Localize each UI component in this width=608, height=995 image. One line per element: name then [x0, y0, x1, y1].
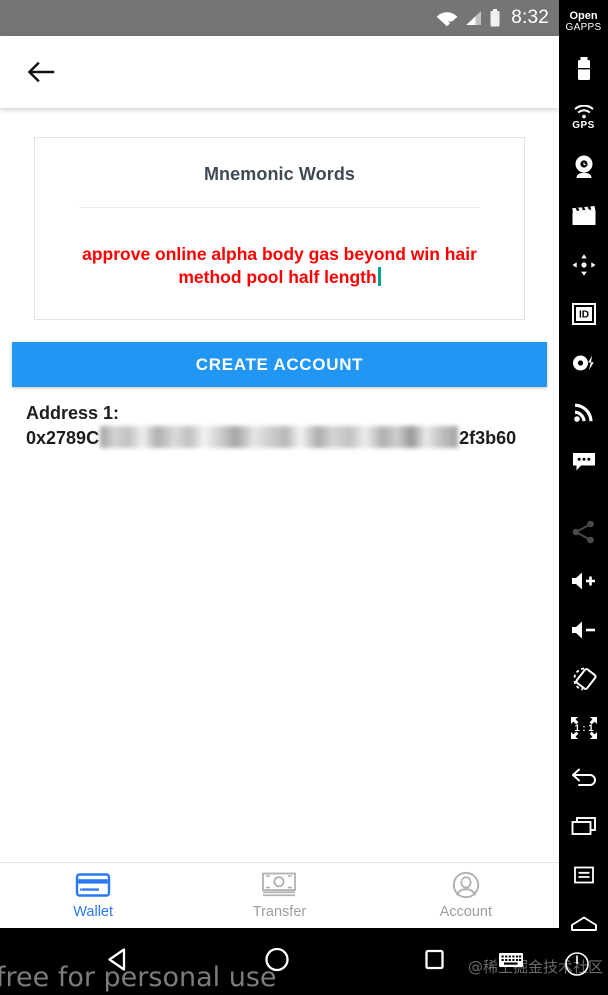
tab-account[interactable]: Account: [373, 863, 559, 928]
volume-up-icon: [571, 572, 595, 589]
battery-icon: [489, 8, 501, 28]
android-status-bar: x 8:32: [0, 0, 559, 36]
triangle-back-icon: [108, 947, 126, 971]
rss-signal-icon: [573, 403, 593, 422]
webcam-icon: [575, 155, 592, 178]
volume-down-icon: [571, 621, 595, 638]
resize-1-1-icon: 1 : 1: [570, 716, 597, 739]
rotate-icon: [573, 667, 597, 690]
watermark-free-personal-use: free for personal use: [0, 962, 277, 993]
address-block: Address 1: 0x2789C 2f3b60: [26, 401, 559, 451]
tab-transfer[interactable]: Transfer: [186, 863, 372, 928]
power-icon: [565, 952, 589, 976]
tab-wallet-label: Wallet: [73, 904, 114, 920]
address-suffix: 2f3b60: [459, 428, 517, 448]
battery-icon: [577, 56, 590, 80]
keyboard-icon: [499, 953, 523, 967]
address-prefix: 0x2789C: [26, 428, 100, 448]
toolbar-gps[interactable]: GPS: [559, 93, 608, 142]
id-card-icon: ID: [571, 302, 596, 325]
gps-icon: GPS: [572, 104, 595, 131]
toolbar-share[interactable]: [559, 507, 608, 556]
credit-card-icon: [75, 873, 111, 897]
nav-home-button[interactable]: [262, 944, 292, 979]
ratio-label: 1 : 1: [574, 723, 594, 734]
svg-text:ID: ID: [579, 309, 589, 320]
card-divider: [79, 207, 480, 208]
status-clock: 8:32: [511, 7, 549, 28]
address-redacted-blur: [100, 426, 459, 448]
circle-home-icon: [265, 947, 289, 971]
nav-back-button[interactable]: [104, 944, 134, 979]
toolbar-id[interactable]: ID: [559, 289, 608, 338]
address-value[interactable]: 0x2789C 2f3b60: [26, 425, 559, 451]
toolbar-webcam[interactable]: [559, 142, 608, 191]
toolbar-resize-1-1[interactable]: 1 : 1: [559, 703, 608, 752]
toolbar-overview[interactable]: [559, 801, 608, 850]
toolbar-record[interactable]: [559, 338, 608, 387]
share-icon: [572, 520, 594, 543]
toolbar-rotate[interactable]: [559, 654, 608, 703]
status-icons: x: [436, 8, 501, 28]
emulator-screen: x 8:32 Mnemonic Words approve online alp…: [0, 0, 608, 995]
mnemonic-card: Mnemonic Words approve online alpha body…: [34, 137, 525, 320]
back-arrow-icon: [27, 61, 55, 83]
mnemonic-value: approve online alpha body gas beyond win…: [82, 244, 477, 287]
clapperboard-icon: [571, 205, 595, 225]
logo-line-2: GAPPS: [565, 22, 602, 33]
toolbar-video[interactable]: [559, 191, 608, 240]
menu-icon: [573, 866, 594, 883]
phone-viewport: x 8:32 Mnemonic Words approve online alp…: [0, 0, 559, 928]
toolbar-volume-up[interactable]: [559, 556, 608, 605]
mnemonic-text-field[interactable]: approve online alpha body gas beyond win…: [57, 243, 502, 289]
toolbar-dpad[interactable]: [559, 240, 608, 289]
toolbar-chat[interactable]: [559, 436, 608, 485]
emulator-side-toolbar: Open GAPPS GPS ID 1: 1: [559, 0, 608, 995]
toolbar-volume-down[interactable]: [559, 605, 608, 654]
wifi-no-connection-icon: x: [436, 9, 458, 27]
tab-transfer-label: Transfer: [252, 904, 307, 920]
banknotes-icon: [262, 872, 297, 897]
card-title: Mnemonic Words: [203, 164, 356, 184]
logo-line-1: Open: [569, 10, 598, 22]
nav-power-button[interactable]: [563, 950, 591, 983]
overview-windows-icon: [571, 816, 596, 835]
tab-wallet[interactable]: Wallet: [0, 863, 186, 928]
dpad-move-icon: [572, 253, 595, 276]
toolbar-back[interactable]: [559, 752, 608, 801]
toolbar-battery[interactable]: [559, 44, 608, 93]
back-button[interactable]: [22, 53, 60, 91]
gps-label: GPS: [572, 119, 595, 131]
content-area: Mnemonic Words approve online alpha body…: [0, 108, 559, 928]
app-bar: [0, 36, 559, 108]
svg-text:x: x: [448, 19, 453, 27]
record-bolt-icon: [572, 355, 594, 370]
cellular-signal-icon: [464, 9, 483, 27]
tab-account-label: Account: [439, 904, 493, 920]
nav-keyboard-button[interactable]: [498, 949, 524, 976]
create-account-button[interactable]: CREATE ACCOUNT: [12, 342, 547, 387]
toolbar-menu[interactable]: [559, 850, 608, 899]
person-circle-icon: [452, 871, 479, 899]
address-label: Address 1:: [26, 403, 120, 423]
android-nav-bar: free for personal use @稀土掘金技术社区: [0, 928, 603, 995]
toolbar-rss[interactable]: [559, 387, 608, 436]
toolbar-home[interactable]: [559, 899, 608, 948]
back-arrow-icon: [571, 768, 596, 786]
home-icon: [570, 916, 597, 931]
text-caret: [377, 267, 381, 286]
bottom-tab-bar: Wallet Transfer Account: [0, 862, 559, 928]
chat-bubble-icon: [572, 452, 595, 470]
open-gapps-logo: Open GAPPS: [559, 0, 608, 44]
nav-recents-button[interactable]: [420, 945, 448, 978]
square-recents-icon: [425, 949, 444, 969]
